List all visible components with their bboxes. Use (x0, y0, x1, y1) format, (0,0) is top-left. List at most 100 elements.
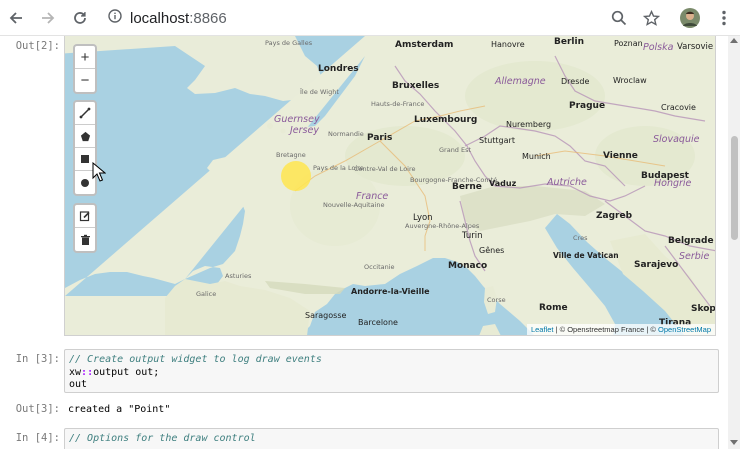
map-label: Prague (569, 101, 606, 111)
zoom-out-button[interactable]: − (75, 69, 95, 92)
osm-link[interactable]: OpenStreetMap (658, 325, 711, 334)
map-label: Jersey (290, 125, 319, 136)
mouse-cursor-icon (92, 161, 107, 187)
browser-toolbar: localhost:8866 (0, 0, 740, 36)
map-label: Luxembourg (414, 115, 478, 125)
map-widget[interactable]: Amsterdam Hanovre Berlin Poznan Polska V… (64, 36, 716, 336)
map-label: Stuttgart (479, 136, 515, 145)
map-label: Gênes (479, 246, 505, 255)
code-operator: :: (81, 366, 94, 378)
map-label: Pays de Galles (265, 39, 313, 47)
map-label: Cres (573, 234, 588, 242)
map-label: Barcelone (358, 318, 398, 327)
map-label: Nouvelle-Aquitaine (323, 201, 385, 209)
map-label: Vaduz (489, 179, 517, 188)
map-label: Centre-Val de Loire (354, 165, 416, 173)
map-label: Normandie (328, 130, 364, 138)
map-label: Hanovre (491, 40, 525, 49)
draw-polygon-icon[interactable] (75, 125, 95, 148)
map-label: Grand Est (439, 146, 472, 154)
map-label: Allemagne (495, 76, 546, 87)
map-label: Cracovie (661, 103, 696, 112)
in4-prompt: In [4]: (15, 432, 60, 444)
map-label: Hongrie (654, 178, 692, 189)
zoom-search-icon[interactable] (607, 6, 631, 30)
map-label: Paris (367, 133, 393, 143)
map-label: Monaco (448, 261, 488, 271)
map-label: Occitanie (364, 263, 395, 271)
edit-toolbar (73, 203, 97, 253)
map-label: Bretagne (276, 151, 306, 159)
map-label: Sarajevo (634, 260, 679, 270)
map-label: Vienne (603, 151, 638, 161)
map-label: Nuremberg (506, 120, 552, 129)
url-host: localhost (130, 9, 190, 27)
page-scrollbar[interactable] (728, 36, 740, 449)
map-label: Polska (643, 42, 674, 53)
code-cell-4[interactable]: // Options for the draw control (64, 428, 719, 449)
map-label: Rome (539, 303, 568, 313)
map-label: Ville de Vatican (553, 251, 619, 260)
in3-prompt: In [3]: (15, 353, 60, 365)
map-label: Poznan (614, 39, 643, 48)
map-label: Berne (452, 182, 482, 192)
map-label: Berlin (554, 37, 584, 47)
map-label: Zagreb (596, 211, 633, 221)
code-line: out (69, 379, 88, 390)
output-text: created a "Point" (68, 404, 171, 415)
code-cell-3[interactable]: // Create output widget to log draw even… (64, 349, 719, 393)
draw-polyline-icon[interactable] (75, 102, 95, 125)
map-label: Belgrade (668, 236, 714, 246)
map-label: Andorre-la-Vieille (351, 287, 430, 296)
map-label: Saragosse (305, 311, 347, 320)
scrollbar-thumb[interactable] (731, 136, 738, 240)
map-label: Île de Wight (300, 88, 339, 96)
bookmark-star-icon[interactable] (639, 6, 663, 30)
code-comment: // Options for the draw control (69, 433, 256, 444)
more-menu-icon[interactable] (712, 6, 736, 30)
map-label: Hauts-de-France (371, 100, 425, 108)
map-label: Galice (196, 290, 217, 298)
map-label: Londres (318, 64, 359, 74)
profile-avatar[interactable] (678, 6, 702, 30)
out2-prompt: Out[2]: (15, 40, 60, 52)
scroll-down-arrow-icon[interactable] (730, 440, 738, 445)
leaflet-link[interactable]: Leaflet (531, 325, 554, 334)
map-label: Slovaquie (653, 134, 700, 145)
info-icon[interactable] (108, 8, 122, 28)
code-line: xw::output out; (69, 367, 714, 380)
point-marker[interactable] (281, 161, 311, 191)
map-label: Asturies (225, 272, 252, 280)
code-comment: // Create output widget to log draw even… (69, 354, 322, 365)
map-label: Auvergne-Rhône-Alpes (405, 222, 480, 230)
map-label: Turin (462, 231, 483, 241)
attribution-text: | © Openstreetmap France | © (553, 325, 659, 334)
out3-prompt: Out[3]: (15, 403, 60, 415)
map-label: Corse (487, 296, 506, 304)
address-bar[interactable]: localhost:8866 (108, 5, 668, 31)
notebook-page: Out[2]: Amsterdam Hanovre Berlin Poznan … (0, 36, 740, 449)
back-icon[interactable] (4, 6, 28, 30)
forward-icon[interactable] (36, 6, 60, 30)
delete-layers-icon[interactable] (75, 228, 95, 251)
map-label: Wroclaw (613, 76, 647, 85)
map-label: Amsterdam (395, 40, 454, 50)
map-label: Bruxelles (392, 81, 440, 91)
map-label: Serbie (679, 251, 710, 262)
map-label: Munich (522, 152, 551, 161)
scroll-up-arrow-icon[interactable] (730, 38, 738, 43)
map-attribution: Leaflet | © Openstreetmap France | © Ope… (526, 324, 715, 335)
url-text: localhost:8866 (130, 10, 227, 27)
url-port: :8866 (189, 9, 227, 27)
map-label: Guernsey (274, 114, 320, 125)
map-label: Autriche (547, 177, 587, 188)
zoom-control: + − (73, 44, 97, 94)
map-label: Skopje (691, 304, 716, 314)
map-label: Dresde (561, 77, 590, 86)
code-token: output out; (93, 366, 160, 378)
reload-icon[interactable] (68, 6, 92, 30)
edit-layers-icon[interactable] (75, 205, 95, 228)
code-token: xw (69, 366, 82, 378)
map-label: Varsovie (677, 42, 714, 52)
zoom-in-button[interactable]: + (75, 46, 95, 69)
